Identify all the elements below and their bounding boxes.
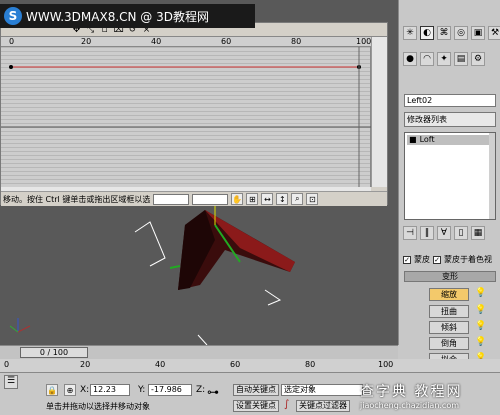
remove-modifier-icon[interactable]: ▯ bbox=[454, 226, 468, 240]
bounding-bracket bbox=[264, 289, 282, 306]
x-coord-label: X: bbox=[80, 385, 90, 395]
track-tick: 100 bbox=[378, 360, 394, 369]
curve-y-field[interactable] bbox=[192, 193, 229, 205]
z-coord-label: Z: bbox=[196, 385, 206, 395]
ruler-tick: 20 bbox=[81, 37, 92, 46]
object-name-field[interactable]: Left02 bbox=[404, 94, 496, 107]
display-tab-icon[interactable]: ▣ bbox=[471, 26, 485, 40]
stack-item-loft[interactable]: ■ Loft bbox=[407, 135, 493, 145]
twist-deform-button[interactable]: 扭曲 bbox=[429, 305, 469, 318]
auto-key-button[interactable]: 自动关键点 bbox=[233, 384, 279, 396]
command-panel: ✳ ◐ ⌘ ◎ ▣ ⚒ ● ◠ ✦ ▤ ⚙ Left02 修改器列表 ■ Lof… bbox=[398, 0, 500, 366]
skin-label: 蒙皮 bbox=[414, 255, 430, 264]
scale-deform-button[interactable]: 缩放 bbox=[429, 288, 469, 301]
time-slider-thumb[interactable]: 0 / 100 bbox=[20, 347, 88, 358]
key-icon[interactable]: ⊶ bbox=[207, 385, 219, 399]
site-watermark-2: 查字典 教程网 jiaocheng.chazidian.com bbox=[360, 381, 500, 415]
bulb-icon[interactable]: 💡 bbox=[475, 288, 486, 300]
ruler-tick: 60 bbox=[221, 37, 232, 46]
deformation-curve-window[interactable]: ✥ ⤡ ▫ ⌧ ↺ × 0 20 40 60 80 100 移动。按住 Ctrl… bbox=[0, 22, 388, 206]
gizmo-axis bbox=[169, 265, 181, 269]
bounding-bracket bbox=[197, 334, 208, 345]
track-tick: 20 bbox=[80, 360, 91, 369]
absolute-mode-icon[interactable]: ⊕ bbox=[64, 384, 76, 396]
axis-tripod bbox=[17, 325, 31, 333]
zoom-region-icon[interactable]: ⊡ bbox=[306, 193, 319, 205]
skin-shaded-checkbox[interactable]: ✓ bbox=[433, 255, 441, 264]
set-key-button[interactable]: 设置关键点 bbox=[233, 400, 279, 412]
track-bar[interactable]: 0 20 40 60 80 100 bbox=[0, 359, 500, 373]
modifier-list-dropdown[interactable]: 修改器列表 bbox=[404, 112, 496, 127]
shapes-icon[interactable]: ◠ bbox=[420, 52, 434, 66]
stack-item-marker-icon: ■ bbox=[409, 135, 417, 144]
track-tick: 60 bbox=[230, 360, 241, 369]
pin-stack-icon[interactable]: ⊣ bbox=[403, 226, 417, 240]
ruler-tick: 100 bbox=[356, 37, 372, 46]
modifier-stack[interactable]: ■ Loft bbox=[404, 132, 496, 220]
lights-icon[interactable]: ✦ bbox=[437, 52, 451, 66]
zoom-horizontal-icon[interactable]: ↔ bbox=[261, 193, 274, 205]
curve-control-point bbox=[9, 65, 13, 69]
utilities-tab-icon[interactable]: ⚒ bbox=[488, 26, 500, 40]
curve-x-field[interactable] bbox=[153, 193, 190, 205]
zoom-vertical-icon[interactable]: ↕ bbox=[276, 193, 289, 205]
site-logo-icon: S bbox=[4, 7, 22, 25]
curve-status-text: 移动。按住 Ctrl 键单击或拖出区域框以选 bbox=[3, 194, 151, 204]
maxscript-listener-icon[interactable]: ☰ bbox=[4, 375, 18, 389]
make-unique-icon[interactable]: ∀ bbox=[437, 226, 451, 240]
bulb-icon[interactable]: 💡 bbox=[475, 321, 486, 333]
modify-tab-icon[interactable]: ◐ bbox=[420, 26, 434, 40]
site-watermark: S WWW.3DMAX8.CN @ 3D教程网 bbox=[0, 4, 255, 28]
curve-status-bar: 移动。按住 Ctrl 键单击或拖出区域框以选 ✋ ⊞ ↔ ↕ ⌕ ⊡ bbox=[1, 191, 387, 206]
watermark2-text: 查字典 教程网 bbox=[360, 384, 463, 400]
lock-selection-icon[interactable]: 🔒 bbox=[46, 384, 58, 396]
bounding-bracket bbox=[134, 221, 166, 267]
helpers-icon[interactable]: ⚙ bbox=[471, 52, 485, 66]
configure-sets-icon[interactable]: ▦ bbox=[471, 226, 485, 240]
zoom-extents-icon[interactable]: ⊞ bbox=[246, 193, 259, 205]
track-tick: 40 bbox=[155, 360, 166, 369]
deformations-rollout-header[interactable]: 变形 bbox=[404, 271, 496, 282]
ruler-tick: 0 bbox=[9, 37, 15, 46]
skin-checkbox[interactable]: ✓ bbox=[403, 255, 411, 264]
watermark-text: WWW.3DMAX8.CN @ 3D教程网 bbox=[26, 9, 210, 24]
x-coord-field[interactable]: 12.23 bbox=[90, 384, 130, 396]
ruler-tick: 40 bbox=[151, 37, 162, 46]
y-coord-field[interactable]: -17.986 bbox=[148, 384, 192, 396]
stack-tools: ⊣ ‖ ∀ ▯ ▦ bbox=[403, 226, 485, 240]
motion-tab-icon[interactable]: ◎ bbox=[454, 26, 468, 40]
track-tick: 80 bbox=[305, 360, 316, 369]
track-tick: 0 bbox=[4, 360, 10, 369]
selected-object-dropdown[interactable]: 选定对象 bbox=[281, 384, 363, 396]
panel-tabs: ✳ ◐ ⌘ ◎ ▣ ⚒ bbox=[403, 26, 500, 40]
y-coord-label: Y: bbox=[138, 385, 146, 395]
curve-lines bbox=[1, 47, 371, 187]
watermark2-url: jiaocheng.chazidian.com bbox=[360, 401, 460, 410]
stack-scrollbar[interactable] bbox=[489, 133, 495, 219]
stack-item-label: Loft bbox=[419, 135, 435, 144]
create-tab-icon[interactable]: ✳ bbox=[403, 26, 417, 40]
pan-icon[interactable]: ✋ bbox=[231, 193, 244, 205]
time-slider[interactable]: 0 / 100 bbox=[0, 345, 398, 359]
bevel-deform-button[interactable]: 倒角 bbox=[429, 337, 469, 350]
zoom-icon[interactable]: ⌕ bbox=[291, 193, 304, 205]
bulb-icon[interactable]: 💡 bbox=[475, 305, 486, 317]
key-filter-icon[interactable]: ∫ bbox=[284, 399, 289, 410]
skin-options: ✓ 蒙皮 ✓ 蒙皮于着色视 bbox=[403, 254, 492, 265]
curve-graph[interactable] bbox=[1, 47, 371, 187]
ruler-tick: 80 bbox=[291, 37, 302, 46]
key-filters-button[interactable]: 关键点过滤器 bbox=[296, 400, 350, 412]
geometry-icon[interactable]: ● bbox=[403, 52, 417, 66]
panel-subtools: ● ◠ ✦ ▤ ⚙ bbox=[403, 52, 485, 66]
axis-tripod bbox=[9, 325, 19, 333]
prompt-line: 单击并拖动以选择并移动对象 bbox=[46, 402, 150, 411]
teeter-deform-button[interactable]: 倾斜 bbox=[429, 321, 469, 334]
skin-shaded-label: 蒙皮于着色视 bbox=[444, 255, 492, 264]
bulb-icon[interactable]: 💡 bbox=[475, 337, 486, 349]
cameras-icon[interactable]: ▤ bbox=[454, 52, 468, 66]
curve-ruler: 0 20 40 60 80 100 bbox=[1, 37, 371, 47]
show-end-result-icon[interactable]: ‖ bbox=[420, 226, 434, 240]
vertical-scrollbar[interactable] bbox=[371, 37, 387, 187]
hierarchy-tab-icon[interactable]: ⌘ bbox=[437, 26, 451, 40]
